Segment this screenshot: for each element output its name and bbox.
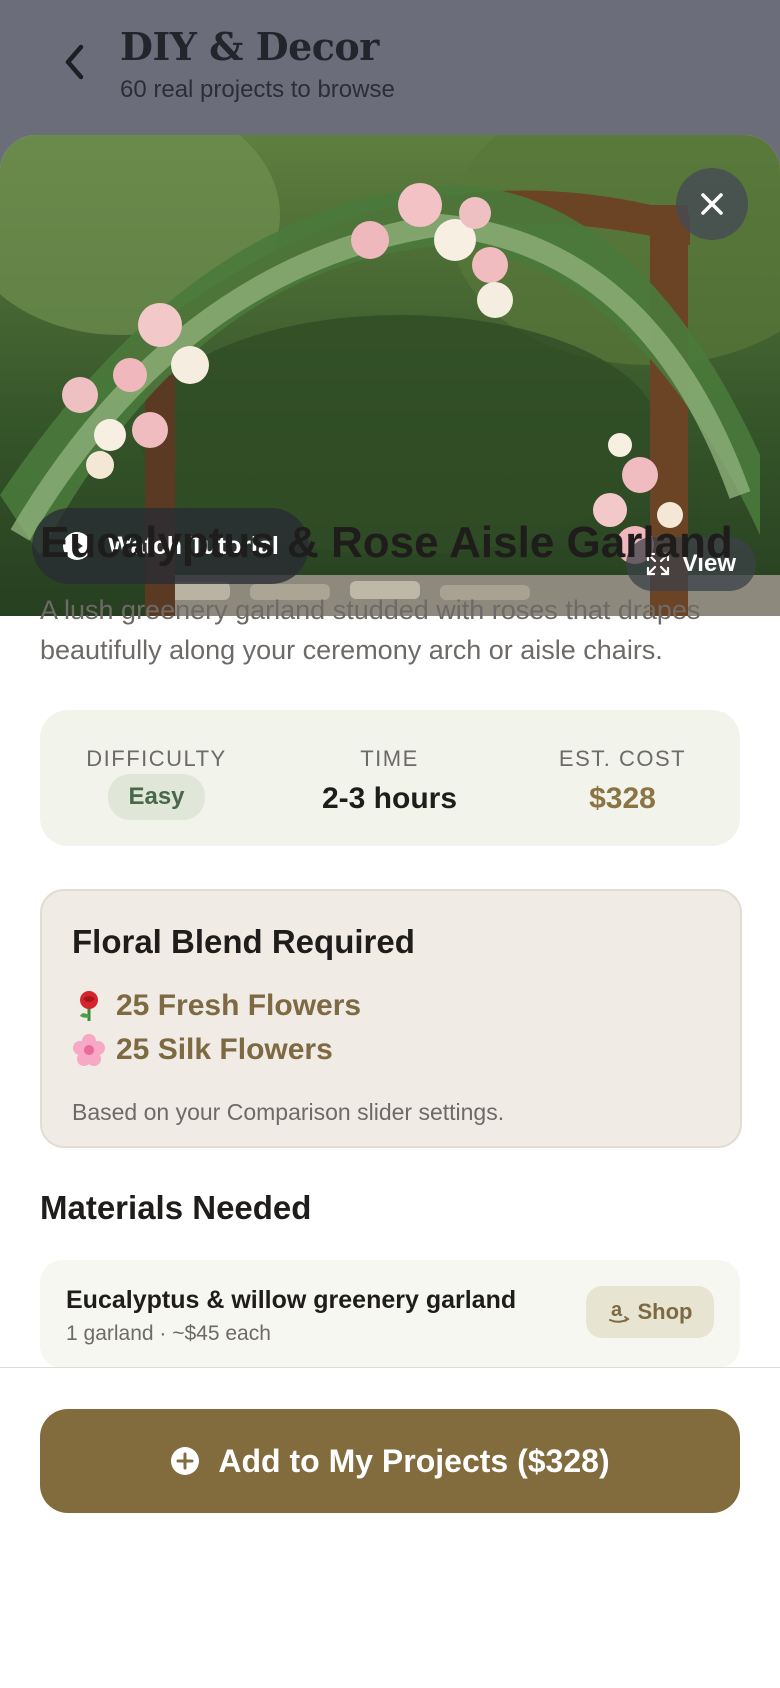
material-item: Eucalyptus & willow greenery garland 1 g… [40,1260,740,1368]
stats-panel: DIFFICULTY Easy TIME 2-3 hours EST. COST… [40,710,740,846]
bottom-action-bar: Add to My Projects ($328) [0,1367,780,1554]
cost-value: $328 [589,782,656,815]
plus-circle-icon [171,1447,200,1475]
shop-button[interactable]: a Shop [586,1286,714,1338]
difficulty-label: DIFFICULTY [86,746,227,771]
time-value: 2-3 hours [321,782,458,815]
header-title: DIY & Decor [120,24,379,69]
chevron-left-icon [65,44,84,80]
amazon-icon: a [608,1299,630,1323]
back-button[interactable] [52,40,96,84]
header-subtitle: 60 real projects to browse [120,76,395,103]
add-to-projects-label: Add to My Projects ($328) [218,1442,610,1479]
difficulty-badge: Easy [108,774,205,820]
close-button[interactable] [676,168,748,240]
material-name: Eucalyptus & willow greenery garland [66,1286,517,1314]
silk-flowers-count: 25 Silk Flowers [116,1033,333,1066]
floral-blend-title: Floral Blend Required [72,923,415,960]
stat-cost: EST. COST $328 [506,710,739,846]
shop-label: Shop [637,1299,693,1324]
rose-icon [80,991,98,1021]
project-description: A lush greenery garland studded with ros… [40,595,701,665]
cherry-blossom-icon [73,1034,105,1066]
stat-time: TIME 2-3 hours [273,710,506,846]
floral-note: Based on your Comparison slider settings… [72,1099,505,1125]
time-label: TIME [360,746,419,771]
add-to-projects-button[interactable]: Add to My Projects ($328) [40,1409,740,1513]
project-title: Eucalyptus & Rose Aisle Garland [40,518,733,567]
stat-difficulty: DIFFICULTY Easy [40,710,273,846]
silk-flowers-row: 25 Silk Flowers [72,1033,333,1067]
fresh-flowers-count: 25 Fresh Flowers [116,989,362,1022]
svg-text:a: a [611,1299,623,1321]
app-header: DIY & Decor 60 real projects to browse [0,0,780,130]
floral-blend-card: Floral Blend Required 25 Fresh Flowers 2… [40,889,742,1148]
close-icon [701,193,723,215]
material-meta: 1 garland · ~$45 each [66,1322,271,1345]
fresh-flowers-row: 25 Fresh Flowers [72,989,361,1023]
cost-label: EST. COST [558,746,687,771]
materials-title: Materials Needed [40,1189,312,1226]
